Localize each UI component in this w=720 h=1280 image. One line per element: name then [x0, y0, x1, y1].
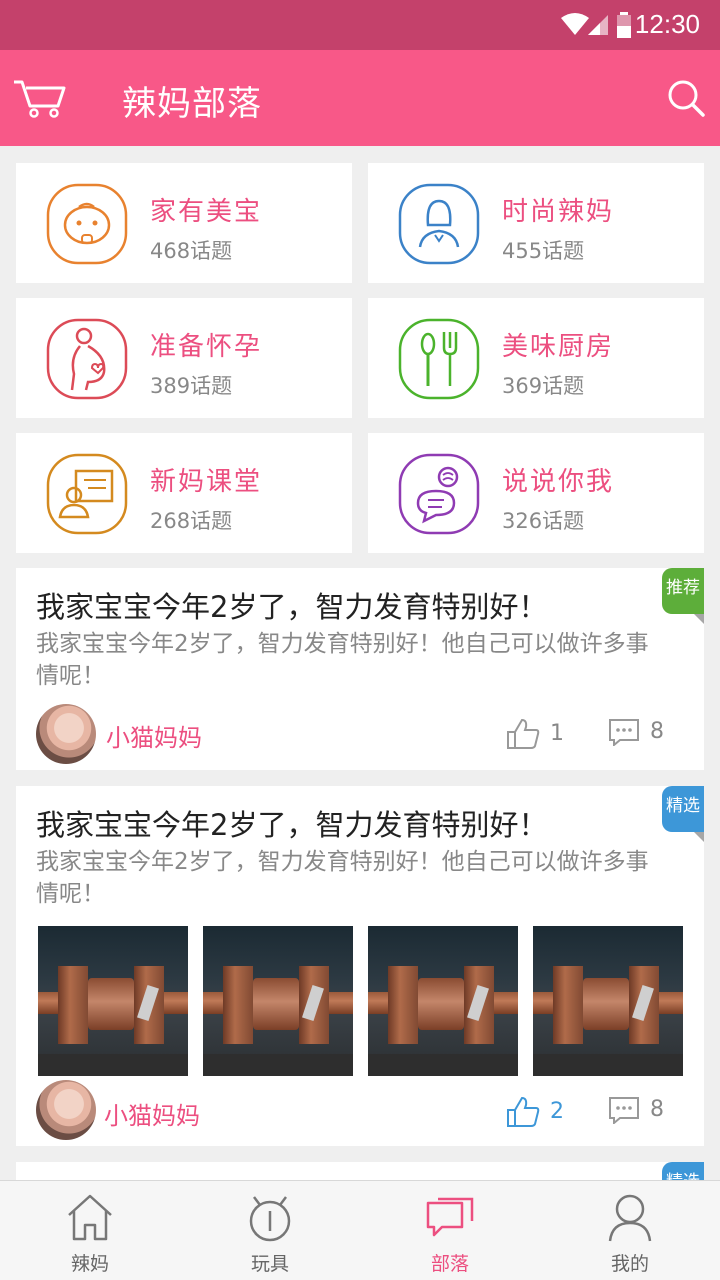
cart-icon[interactable]	[12, 78, 68, 118]
category-card[interactable]: 美味厨房 369话题	[368, 298, 704, 418]
category-card[interactable]: 新妈课堂 268话题	[16, 433, 352, 553]
post-image-row	[38, 926, 688, 1076]
post-image[interactable]	[533, 926, 683, 1076]
category-name: 准备怀孕	[150, 332, 263, 362]
signal-icon	[588, 15, 608, 35]
category-count: 369话题	[502, 374, 585, 398]
comment-button[interactable]: 8	[608, 1096, 664, 1126]
fork-spoon-icon	[398, 318, 480, 400]
post-image[interactable]	[38, 926, 188, 1076]
thumbs-up-icon	[507, 718, 540, 749]
avatar[interactable]	[36, 704, 96, 764]
nav-label: 玩具	[250, 1253, 289, 1275]
comment-icon	[609, 719, 639, 748]
post-card[interactable]: 推荐 我家宝宝今年2岁了，智力发育特别好！ 我家宝宝今年2岁了，智力发育特别好！…	[16, 568, 704, 770]
post-title[interactable]: 我家宝宝今年2岁了，智力发育特别好！	[36, 802, 547, 844]
like-count: 2	[550, 1099, 564, 1124]
nav-label: 辣妈	[70, 1253, 109, 1275]
category-name: 说说你我	[502, 467, 615, 497]
nav-item-toys[interactable]: 玩具	[180, 1181, 360, 1280]
category-name: 时尚辣妈	[502, 197, 615, 227]
comment-button[interactable]: 8	[608, 718, 664, 748]
tribe-chat-icon	[426, 1197, 474, 1237]
comment-icon	[609, 1097, 639, 1126]
post-image[interactable]	[368, 926, 518, 1076]
recommend-badge: 推荐	[662, 568, 704, 624]
page-title: 辣妈部落	[122, 84, 262, 124]
nav-item-mine[interactable]: 我的	[540, 1181, 720, 1280]
status-bar: 12:30	[0, 0, 720, 50]
nav-label: 我的	[610, 1253, 649, 1275]
category-name: 新妈课堂	[150, 467, 263, 497]
bottom-nav: 辣妈 玩具 部落 我的	[0, 1180, 720, 1280]
search-icon[interactable]	[666, 78, 706, 118]
nav-item-tribe[interactable]: 部落	[360, 1181, 540, 1280]
category-card[interactable]: 家有美宝 468话题	[16, 163, 352, 283]
category-card[interactable]: 说说你我 326话题	[368, 433, 704, 553]
pregnant-icon	[46, 318, 128, 400]
category-count: 268话题	[150, 509, 233, 533]
post-image[interactable]	[203, 926, 353, 1076]
category-count: 455话题	[502, 239, 585, 263]
app-bar: 辣妈部落	[0, 50, 720, 146]
like-button[interactable]: 1	[506, 718, 564, 750]
baby-face-icon	[46, 183, 128, 265]
post-title[interactable]: 我家宝宝今年2岁了，智力发育特别好！	[36, 584, 547, 626]
category-count: 468话题	[150, 239, 233, 263]
battery-icon	[617, 12, 631, 38]
avatar[interactable]	[36, 1080, 96, 1140]
nav-label: 部落	[430, 1253, 469, 1275]
like-button[interactable]: 2	[506, 1096, 564, 1128]
comment-count: 8	[650, 719, 664, 744]
classroom-icon	[46, 453, 128, 535]
comment-count: 8	[650, 1097, 664, 1122]
category-count: 389话题	[150, 374, 233, 398]
category-name: 家有美宝	[150, 197, 263, 227]
featured-badge: 精选	[662, 786, 704, 842]
author-name[interactable]: 小猫妈妈	[104, 1096, 200, 1131]
toy-icon	[249, 1196, 291, 1242]
category-card[interactable]: 准备怀孕 389话题	[16, 298, 352, 418]
home-icon	[68, 1194, 112, 1241]
post-excerpt: 我家宝宝今年2岁了，智力发育特别好！他自己可以做许多事情呢！	[36, 849, 649, 907]
thumbs-up-icon	[507, 1096, 540, 1127]
category-name: 美味厨房	[502, 332, 615, 362]
status-time: 12:30	[634, 9, 700, 39]
post-card[interactable]: 精选 我家宝宝今年2岁了，智力发育特别好！ 我家宝宝今年2岁了，智力发育特别好！…	[16, 786, 704, 1146]
chat-bubbles-icon	[398, 453, 480, 535]
fashion-woman-icon	[398, 183, 480, 265]
post-excerpt: 我家宝宝今年2岁了，智力发育特别好！他自己可以做许多事情呢！	[36, 631, 649, 689]
profile-icon	[608, 1194, 652, 1242]
nav-item-lama[interactable]: 辣妈	[0, 1181, 180, 1280]
author-name[interactable]: 小猫妈妈	[106, 718, 202, 753]
like-count: 1	[550, 721, 564, 746]
category-card[interactable]: 时尚辣妈 455话题	[368, 163, 704, 283]
category-count: 326话题	[502, 509, 585, 533]
